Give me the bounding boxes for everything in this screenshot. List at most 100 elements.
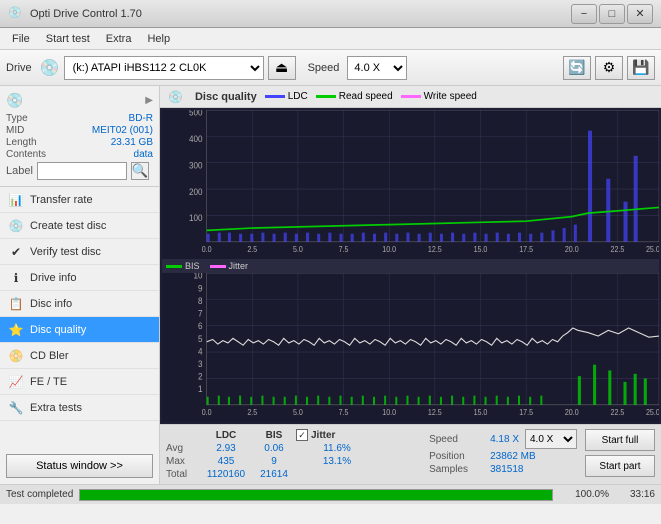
drive-icon: 💿 xyxy=(40,58,60,78)
sidebar-item-drive-info[interactable]: ℹ Drive info xyxy=(0,265,159,291)
sidebar-item-disc-quality[interactable]: ⭐ Disc quality xyxy=(0,317,159,343)
menu-start-test[interactable]: Start test xyxy=(38,31,98,47)
jitter-checkbox[interactable]: ✓ xyxy=(296,429,308,441)
drive-info-icon: ℹ xyxy=(8,270,24,286)
position-val: 23862 MB xyxy=(490,451,536,462)
label-set-button[interactable]: 🔍 xyxy=(131,162,149,180)
label-key: Label xyxy=(6,165,33,177)
speed-current-val: 4.18 X xyxy=(490,434,519,445)
svg-text:12.5: 12.5 xyxy=(428,245,442,255)
svg-text:3: 3 xyxy=(198,359,203,370)
jitter-max: 13.1% xyxy=(311,456,363,467)
start-part-button[interactable]: Start part xyxy=(585,455,655,477)
svg-text:10: 10 xyxy=(194,273,203,281)
stats-table: LDC BIS ✓ Jitter Avg 2.93 0.06 11.6% Max xyxy=(166,429,363,480)
start-full-button[interactable]: Start full xyxy=(585,429,655,451)
speed-key: Speed xyxy=(429,434,484,445)
legend-read-speed: Read speed xyxy=(316,91,393,102)
extra-tests-label: Extra tests xyxy=(30,402,82,414)
disc-info-grid: Type BD-R MID MEIT02 (001) Length 23.31 … xyxy=(6,113,153,160)
ldc-total: 1120160 xyxy=(200,469,252,480)
svg-text:15.0: 15.0 xyxy=(474,245,488,255)
length-key: Length xyxy=(6,137,46,148)
content-area: 💿 Disc quality LDC Read speed Write spee… xyxy=(160,86,661,484)
maximize-button[interactable]: □ xyxy=(599,4,625,24)
menu-bar: File Start test Extra Help xyxy=(0,28,661,50)
bottom-chart-legend: BIS Jitter xyxy=(162,259,659,273)
menu-file[interactable]: File xyxy=(4,31,38,47)
speed-info-panel: Speed 4.18 X 4.0 X Position 23862 MB Sam… xyxy=(429,429,577,475)
svg-text:5: 5 xyxy=(198,333,203,344)
svg-text:9: 9 xyxy=(198,283,203,294)
svg-text:22.5: 22.5 xyxy=(611,245,625,255)
svg-text:22.5: 22.5 xyxy=(611,408,625,418)
svg-text:20.0: 20.0 xyxy=(565,408,579,418)
eject-button[interactable]: ⏏ xyxy=(268,56,296,80)
svg-text:100: 100 xyxy=(189,213,203,224)
chart-title: Disc quality xyxy=(195,91,257,103)
svg-text:17.5: 17.5 xyxy=(519,245,533,255)
contents-key: Contents xyxy=(6,149,46,160)
progress-percent: 100.0% xyxy=(559,489,609,500)
legend-write-speed-label: Write speed xyxy=(424,91,477,102)
create-test-disc-icon: 💿 xyxy=(8,218,24,234)
minimize-button[interactable]: − xyxy=(571,4,597,24)
label-row: Label 🔍 xyxy=(6,162,153,180)
disc-info-label: Disc info xyxy=(30,298,72,310)
menu-help[interactable]: Help xyxy=(139,31,178,47)
cd-bler-icon: 📀 xyxy=(8,348,24,364)
progress-fill xyxy=(80,490,552,500)
contents-val: data xyxy=(52,149,153,160)
svg-text:7.5: 7.5 xyxy=(339,245,349,255)
disc-panel-spacer: ▶ xyxy=(145,95,153,106)
bottom-chart: 10 9 8 7 6 5 4 3 2 1 20% 16% 12% 8% 4% xyxy=(162,273,659,422)
toolbar-btn-1[interactable]: 🔄 xyxy=(563,56,591,80)
sidebar-item-cd-bler[interactable]: 📀 CD Bler xyxy=(0,343,159,369)
menu-extra[interactable]: Extra xyxy=(98,31,140,47)
svg-text:8: 8 xyxy=(198,295,203,306)
svg-text:1: 1 xyxy=(198,384,203,395)
sidebar-item-disc-info[interactable]: 📋 Disc info xyxy=(0,291,159,317)
drive-select[interactable]: (k:) ATAPI iHBS112 2 CL0K xyxy=(64,56,264,80)
jitter-legend-label: Jitter xyxy=(229,261,249,271)
svg-text:2.5: 2.5 xyxy=(247,245,257,255)
status-window-button[interactable]: Status window >> xyxy=(6,454,153,478)
sidebar-item-extra-tests[interactable]: 🔧 Extra tests xyxy=(0,395,159,421)
legend-read-speed-label: Read speed xyxy=(339,91,393,102)
top-chart: 500 400 300 200 100 18X 16X 14X 12X 10X … xyxy=(162,110,659,259)
speed-label: Speed xyxy=(308,62,340,74)
chart-header: 💿 Disc quality LDC Read speed Write spee… xyxy=(160,86,661,108)
toolbar-btn-3[interactable]: 💾 xyxy=(627,56,655,80)
window-controls: − □ ✕ xyxy=(571,4,653,24)
bis-max: 9 xyxy=(254,456,294,467)
ldc-header: LDC xyxy=(200,430,252,441)
toolbar-btn-2[interactable]: ⚙ xyxy=(595,56,623,80)
svg-text:15.0: 15.0 xyxy=(474,408,488,418)
svg-text:17.5: 17.5 xyxy=(519,408,533,418)
fe-te-icon: 📈 xyxy=(8,374,24,390)
sidebar-item-fe-te[interactable]: 📈 FE / TE xyxy=(0,369,159,395)
svg-text:300: 300 xyxy=(189,160,203,171)
speed-select-stats[interactable]: 4.0 X xyxy=(525,429,577,449)
sidebar-item-verify-test-disc[interactable]: ✔ Verify test disc xyxy=(0,239,159,265)
svg-text:0.0: 0.0 xyxy=(202,408,212,418)
jitter-header: Jitter xyxy=(311,430,356,441)
transfer-rate-label: Transfer rate xyxy=(30,194,93,206)
svg-text:6: 6 xyxy=(198,321,203,332)
svg-text:0.0: 0.0 xyxy=(202,245,212,255)
bis-total: 21614 xyxy=(254,469,294,480)
type-val: BD-R xyxy=(52,113,153,124)
mid-key: MID xyxy=(6,125,46,136)
ldc-max: 435 xyxy=(200,456,252,467)
bis-header: BIS xyxy=(254,430,294,441)
progress-track xyxy=(79,489,553,501)
status-text: Test completed xyxy=(6,489,73,500)
speed-select[interactable]: 4.0 X xyxy=(347,56,407,80)
close-button[interactable]: ✕ xyxy=(627,4,653,24)
svg-text:2: 2 xyxy=(198,371,203,382)
title-bar: 💿 Opti Drive Control 1.70 − □ ✕ xyxy=(0,0,661,28)
main-layout: 💿 ▶ Type BD-R MID MEIT02 (001) Length 23… xyxy=(0,86,661,484)
sidebar-item-create-test-disc[interactable]: 💿 Create test disc xyxy=(0,213,159,239)
sidebar-item-transfer-rate[interactable]: 📊 Transfer rate xyxy=(0,187,159,213)
label-input[interactable] xyxy=(37,162,127,180)
